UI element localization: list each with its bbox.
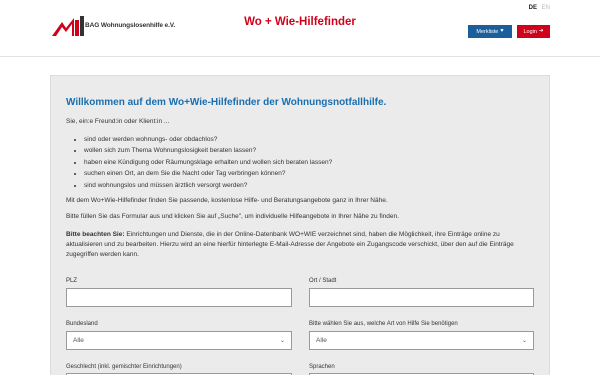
notice-body: Einrichtungen und Dienste, die in der On… bbox=[66, 231, 514, 258]
login-label: Login bbox=[523, 28, 537, 35]
chevron-down-icon: ⌄ bbox=[521, 338, 527, 344]
notice-text: Bitte beachten Sie: Einrichtungen und Di… bbox=[66, 230, 536, 260]
list-item: wollen sich zum Thema Wohnungslosigkeit … bbox=[84, 145, 332, 156]
lang-en-link[interactable]: EN bbox=[542, 5, 550, 11]
sign-in-icon: ➜ bbox=[538, 27, 544, 34]
bundesland-value: Alle bbox=[73, 337, 84, 344]
heart-icon: ♥ bbox=[500, 27, 504, 34]
geschlecht-label: Geschlecht (inkl. gemischter Einrichtung… bbox=[66, 364, 182, 370]
list-item: sind wohnungslos und müssen ärztlich ver… bbox=[84, 180, 332, 191]
list-item: haben eine Kündigung oder Räumungsklage … bbox=[84, 157, 332, 168]
site-header: BAG Wohnungslosenhilfe e.V. Wo + Wie-Hil… bbox=[0, 0, 600, 57]
chevron-down-icon: ⌄ bbox=[279, 338, 285, 344]
notice-label: Bitte beachten Sie: bbox=[66, 231, 125, 238]
paragraph-description: Mit dem Wo+Wie-Hilfefinder finden Sie pa… bbox=[66, 197, 388, 204]
login-button[interactable]: Login ➜ bbox=[517, 25, 550, 38]
bundesland-label: Bundesland bbox=[66, 321, 98, 327]
merkliste-label: Merkliste bbox=[476, 28, 499, 35]
hilfe-value: Alle bbox=[316, 337, 327, 344]
sprachen-label: Sprachen bbox=[309, 364, 335, 370]
plz-input[interactable] bbox=[66, 288, 292, 307]
hilfe-select[interactable]: Alle ⌄ bbox=[309, 331, 534, 350]
bundesland-select[interactable]: Alle ⌄ bbox=[66, 331, 292, 350]
lang-de-link[interactable]: DE bbox=[529, 5, 537, 11]
plz-label: PLZ bbox=[66, 278, 78, 284]
hilfe-label: Bitte wählen Sie aus, welche Art von Hil… bbox=[309, 321, 458, 327]
list-item: sind oder werden wohnungs- oder obdachlo… bbox=[84, 134, 332, 145]
ort-input[interactable] bbox=[309, 288, 534, 307]
paragraph-instructions: Bitte füllen Sie das Formular aus und kl… bbox=[66, 213, 399, 220]
intro-list: sind oder werden wohnungs- oder obdachlo… bbox=[74, 134, 332, 191]
merkliste-button[interactable]: Merkliste ♥ bbox=[468, 25, 512, 38]
ort-label: Ort / Stadt bbox=[309, 278, 337, 284]
intro-text: Sie, ein:e Freund:in oder Klient:in ... bbox=[66, 118, 170, 125]
list-item: suchen einen Ort, an dem Sie die Nacht o… bbox=[84, 168, 332, 179]
page-title: Willkommen auf dem Wo+Wie-Hilfefinder de… bbox=[66, 97, 387, 108]
language-switcher: DE EN bbox=[526, 5, 550, 11]
